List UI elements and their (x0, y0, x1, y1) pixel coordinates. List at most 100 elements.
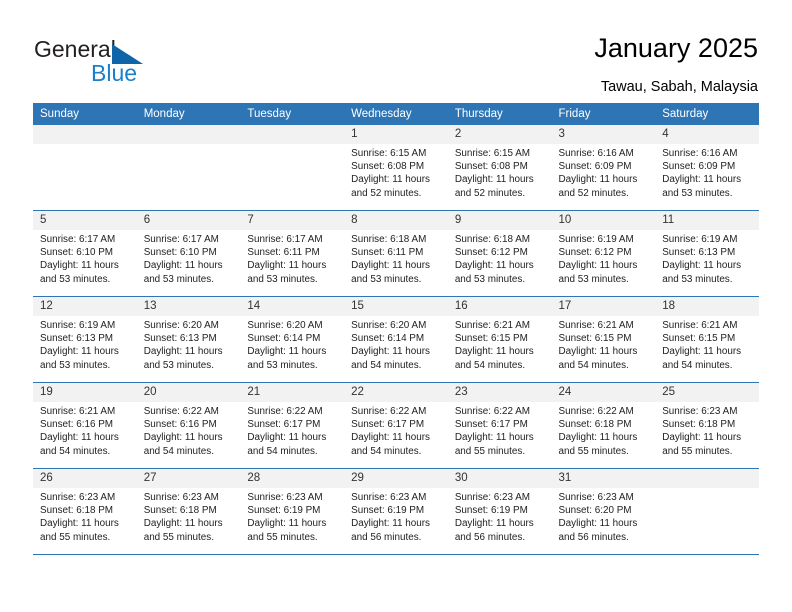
day-number: 6 (136, 211, 241, 230)
day-details: Sunrise: 6:16 AM Sunset: 6:09 PM Daylight:… (552, 144, 656, 200)
calendar-day-cell[interactable]: 8 Sunrise: 6:18 AM Sunset: 6:11 PM Daylight… (344, 210, 448, 297)
daylight-text-cont: and 52 minutes. (454, 187, 526, 199)
calendar-day-cell[interactable]: 6 Sunrise: 6:17 AM Sunset: 6:10 PM Daylight… (136, 210, 241, 297)
sunset-text: Sunset: 6:16 PM (40, 419, 114, 431)
brand-logo[interactable]: General Blue (34, 36, 194, 86)
sunrise-text: Sunrise: 6:21 AM (454, 320, 531, 331)
calendar-day-cell[interactable]: 26 Sunrise: 6:23 AM Sunset: 6:18 PM Dayligh… (33, 468, 137, 555)
daylight-text-cont: and 54 minutes. (351, 359, 422, 371)
weekday-header-tuesday: Tuesday (240, 103, 345, 125)
calendar-day-cell[interactable]: 29 Sunrise: 6:23 AM Sunset: 6:19 PM Dayligh… (344, 468, 448, 555)
day-number: 8 (344, 211, 448, 230)
weekday-header-thursday: Thursday (447, 103, 552, 125)
day-details (137, 144, 241, 147)
calendar-day-cell[interactable]: 12 Sunrise: 6:19 AM Sunset: 6:13 PM Dayligh… (33, 296, 137, 383)
day-details: Sunrise: 6:20 AM Sunset: 6:14 PM Daylight:… (240, 316, 344, 372)
day-details (33, 144, 137, 147)
sunset-text: Sunset: 6:19 PM (351, 505, 425, 517)
calendar-day-cell[interactable]: 17 Sunrise: 6:21 AM Sunset: 6:15 PM Dayligh… (551, 296, 656, 383)
page-title: January 2025 (594, 33, 758, 63)
calendar-day-cell[interactable]: 2 Sunrise: 6:15 AM Sunset: 6:08 PM Daylight… (447, 125, 552, 211)
calendar-day-cell[interactable]: 10 Sunrise: 6:19 AM Sunset: 6:12 PM Dayligh… (551, 210, 656, 297)
sunset-text: Sunset: 6:18 PM (143, 505, 217, 517)
sunrise-text: Sunrise: 6:21 AM (40, 406, 116, 417)
sunset-text: Sunset: 6:14 PM (351, 333, 425, 345)
calendar-day-cell[interactable]: 28 Sunrise: 6:23 AM Sunset: 6:19 PM Dayligh… (240, 468, 345, 555)
day-number: 29 (344, 469, 448, 488)
daylight-text: Daylight: 11 hours (247, 346, 327, 358)
calendar-day-cell[interactable]: 3 Sunrise: 6:16 AM Sunset: 6:09 PM Daylight… (551, 125, 656, 211)
daylight-text: Daylight: 11 hours (351, 260, 430, 272)
day-details: Sunrise: 6:23 AM Sunset: 6:18 PM Daylight:… (33, 488, 137, 544)
day-number: 13 (136, 297, 241, 316)
sunset-text: Sunset: 6:15 PM (454, 333, 528, 345)
calendar-day-cell[interactable]: 11 Sunrise: 6:19 AM Sunset: 6:13 PM Dayligh… (655, 210, 759, 297)
calendar-page: General Blue January 2025 Tawau, Sabah, … (0, 0, 792, 612)
day-details: Sunrise: 6:22 AM Sunset: 6:17 PM Daylight:… (240, 402, 344, 458)
calendar-day-cell[interactable]: 25 Sunrise: 6:23 AM Sunset: 6:18 PM Dayligh… (655, 382, 759, 469)
daylight-text: Daylight: 11 hours (662, 174, 742, 186)
calendar-day-cell[interactable]: 20 Sunrise: 6:22 AM Sunset: 6:16 PM Dayligh… (136, 382, 241, 469)
calendar-day-cell[interactable]: 31 Sunrise: 6:23 AM Sunset: 6:20 PM Dayligh… (551, 468, 656, 555)
calendar-day-cell[interactable]: 15 Sunrise: 6:20 AM Sunset: 6:14 PM Dayligh… (344, 296, 448, 383)
daylight-text-cont: and 53 minutes. (662, 187, 733, 199)
day-details: Sunrise: 6:22 AM Sunset: 6:17 PM Daylight:… (448, 402, 552, 458)
weekday-header-sunday: Sunday (33, 103, 137, 125)
sunrise-text: Sunrise: 6:22 AM (351, 406, 427, 417)
calendar-day-cell[interactable]: 4 Sunrise: 6:16 AM Sunset: 6:09 PM Daylight… (655, 125, 759, 211)
calendar-day-cell[interactable]: 7 Sunrise: 6:17 AM Sunset: 6:11 PM Daylight… (240, 210, 345, 297)
calendar-day-cell[interactable]: 30 Sunrise: 6:23 AM Sunset: 6:19 PM Dayligh… (447, 468, 552, 555)
daylight-text: Daylight: 11 hours (558, 346, 638, 358)
calendar-day-cell[interactable]: 1 Sunrise: 6:15 AM Sunset: 6:08 PM Daylight… (344, 125, 448, 211)
calendar-day-cell[interactable]: 19 Sunrise: 6:21 AM Sunset: 6:16 PM Dayligh… (33, 382, 137, 469)
day-details: Sunrise: 6:20 AM Sunset: 6:13 PM Daylight:… (137, 316, 241, 372)
daylight-text-cont: and 55 minutes. (247, 531, 318, 543)
daylight-text: Daylight: 11 hours (247, 260, 327, 272)
day-number (136, 125, 241, 144)
calendar-day-cell[interactable]: 24 Sunrise: 6:22 AM Sunset: 6:18 PM Dayligh… (551, 382, 656, 469)
sunset-text: Sunset: 6:15 PM (662, 333, 736, 345)
sunrise-text: Sunrise: 6:20 AM (143, 320, 219, 331)
sunset-text: Sunset: 6:20 PM (558, 505, 632, 517)
daylight-text-cont: and 53 minutes. (143, 273, 214, 285)
daylight-text-cont: and 55 minutes. (662, 445, 733, 457)
day-number: 9 (447, 211, 552, 230)
sunrise-text: Sunrise: 6:23 AM (40, 492, 116, 503)
sunset-text: Sunset: 6:17 PM (454, 419, 528, 431)
sunset-text: Sunset: 6:11 PM (351, 247, 424, 259)
sunrise-text: Sunrise: 6:20 AM (247, 320, 323, 331)
day-number: 23 (447, 383, 552, 402)
daylight-text: Daylight: 11 hours (454, 174, 534, 186)
calendar-empty-cell (33, 125, 137, 211)
calendar-day-cell[interactable]: 18 Sunrise: 6:21 AM Sunset: 6:15 PM Dayligh… (655, 296, 759, 383)
daylight-text: Daylight: 11 hours (454, 518, 534, 530)
daylight-text-cont: and 56 minutes. (454, 531, 526, 543)
daylight-text-cont: and 53 minutes. (351, 273, 422, 285)
daylight-text: Daylight: 11 hours (351, 174, 430, 186)
calendar-week-row: 12 Sunrise: 6:19 AM Sunset: 6:13 PM Dayligh… (33, 296, 759, 383)
day-number: 10 (551, 211, 656, 230)
calendar-day-cell[interactable]: 13 Sunrise: 6:20 AM Sunset: 6:13 PM Dayligh… (136, 296, 241, 383)
day-number: 26 (33, 469, 137, 488)
calendar-day-cell[interactable]: 5 Sunrise: 6:17 AM Sunset: 6:10 PM Daylight… (33, 210, 137, 297)
calendar-day-cell[interactable]: 21 Sunrise: 6:22 AM Sunset: 6:17 PM Dayligh… (240, 382, 345, 469)
calendar-day-cell[interactable]: 22 Sunrise: 6:22 AM Sunset: 6:17 PM Dayligh… (344, 382, 448, 469)
calendar-day-cell[interactable]: 9 Sunrise: 6:18 AM Sunset: 6:12 PM Daylight… (447, 210, 552, 297)
daylight-text: Daylight: 11 hours (40, 260, 119, 272)
weekday-header-row: Sunday Monday Tuesday Wednesday Thursday… (33, 103, 759, 125)
day-number: 12 (33, 297, 137, 316)
calendar-day-cell[interactable]: 16 Sunrise: 6:21 AM Sunset: 6:15 PM Dayligh… (447, 296, 552, 383)
calendar-day-cell[interactable]: 14 Sunrise: 6:20 AM Sunset: 6:14 PM Dayligh… (240, 296, 345, 383)
calendar-day-cell[interactable]: 23 Sunrise: 6:22 AM Sunset: 6:17 PM Dayligh… (447, 382, 552, 469)
sunrise-text: Sunrise: 6:20 AM (351, 320, 427, 331)
calendar-empty-cell (240, 125, 345, 211)
day-details: Sunrise: 6:21 AM Sunset: 6:15 PM Daylight:… (655, 316, 759, 372)
sunset-text: Sunset: 6:17 PM (351, 419, 425, 431)
daylight-text-cont: and 56 minutes. (351, 531, 422, 543)
calendar-day-cell[interactable]: 27 Sunrise: 6:23 AM Sunset: 6:18 PM Dayligh… (136, 468, 241, 555)
day-number: 19 (33, 383, 137, 402)
day-number: 28 (240, 469, 345, 488)
sunset-text: Sunset: 6:12 PM (558, 247, 632, 259)
day-details: Sunrise: 6:23 AM Sunset: 6:18 PM Daylight:… (137, 488, 241, 544)
day-details: Sunrise: 6:19 AM Sunset: 6:12 PM Daylight:… (552, 230, 656, 286)
